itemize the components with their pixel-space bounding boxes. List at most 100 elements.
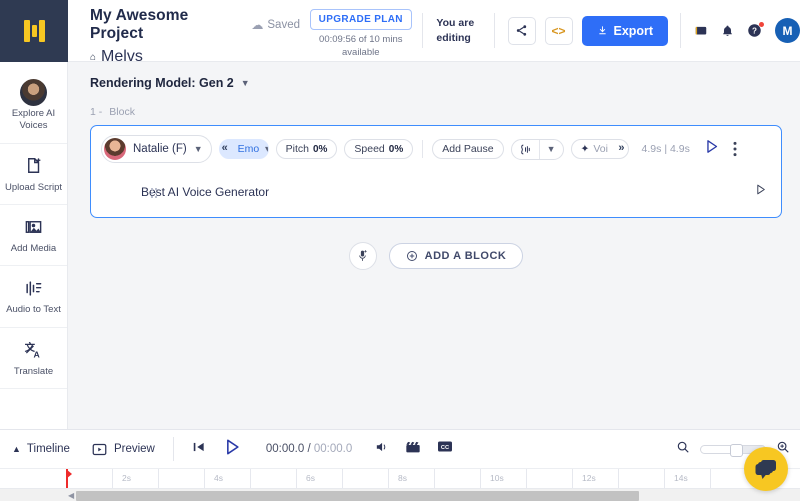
svg-text:?: ? xyxy=(752,26,757,35)
add-block-button[interactable]: ADD A BLOCK xyxy=(389,243,524,269)
timeline-toggle[interactable]: ▲ Timeline xyxy=(12,443,70,455)
captions-button[interactable]: CC xyxy=(437,440,453,458)
record-voice-button[interactable] xyxy=(349,242,377,270)
speed-label: Speed xyxy=(354,143,384,155)
zoom-out-button[interactable] xyxy=(676,440,690,459)
divider xyxy=(173,437,174,461)
scroll-left-arrow-icon[interactable]: ◀ xyxy=(68,491,74,500)
chevron-down-icon: ▼ xyxy=(547,144,556,154)
rendering-model-selector[interactable]: Rendering Model: Gen 2 ▼ xyxy=(90,76,782,90)
document-upload-icon xyxy=(3,153,64,179)
script-row[interactable]: Best AI Voice Generator xyxy=(101,177,771,209)
video-play-icon xyxy=(92,443,107,456)
avatar[interactable]: M xyxy=(775,18,800,43)
feedback-button[interactable] xyxy=(694,24,708,38)
media-button[interactable] xyxy=(405,440,421,459)
script-play-button[interactable] xyxy=(754,183,767,201)
upgrade-section: UPGRADE PLAN 00:09:56 of 10 mins availab… xyxy=(300,0,422,61)
emotion-selector[interactable]: « Emo ▼ xyxy=(219,139,269,159)
pronunciation-button[interactable] xyxy=(512,140,539,159)
timeline-controls: ▲ Timeline Preview xyxy=(0,430,800,468)
preview-button[interactable]: Preview xyxy=(92,443,155,456)
playhead-marker-icon[interactable] xyxy=(66,469,72,479)
voice-selector[interactable]: Natalie (F) ▼ xyxy=(101,135,212,163)
script-text[interactable]: Best AI Voice Generator xyxy=(141,185,269,199)
pitch-value: 0% xyxy=(313,144,327,155)
person-photo-icon xyxy=(3,79,64,105)
notifications-button[interactable] xyxy=(721,24,734,38)
ruler-tick-label: 2s xyxy=(122,473,131,483)
timeline-scrollbar[interactable]: ◀ xyxy=(0,488,800,501)
pitch-control[interactable]: Pitch 0% xyxy=(276,139,338,159)
skip-to-start-button[interactable] xyxy=(192,440,206,458)
chevron-down-icon: ▼ xyxy=(241,78,250,88)
sidebar-item-audio-to-text[interactable]: Audio to Text xyxy=(0,266,67,327)
header-actions: <> Export xyxy=(495,0,669,61)
ruler-tick-label: 8s xyxy=(398,473,407,483)
embed-code-button[interactable]: <> xyxy=(545,17,573,45)
speed-control[interactable]: Speed 0% xyxy=(344,139,413,159)
sidebar-item-upload-script[interactable]: Upload Script xyxy=(0,144,67,205)
upgrade-plan-button[interactable]: UPGRADE PLAN xyxy=(310,9,412,30)
sparkle-icon: ✦ xyxy=(581,143,590,155)
time-display: 00:00.0 / 00:00.0 xyxy=(266,443,352,455)
chevron-up-icon: ▲ xyxy=(12,444,21,454)
add-pause-button[interactable]: Add Pause xyxy=(432,139,503,159)
chat-widget-button[interactable] xyxy=(744,447,788,491)
volume-button[interactable] xyxy=(374,440,389,459)
time-total: 00:00.0 xyxy=(314,443,352,455)
voice-effect-label: Voi xyxy=(593,143,608,155)
add-pause-label: Add Pause xyxy=(442,143,493,155)
export-button[interactable]: Export xyxy=(582,16,669,46)
voice-effect-selector[interactable]: ✦ Voi » xyxy=(571,139,629,159)
scrollbar-thumb[interactable] xyxy=(76,491,639,501)
app-logo[interactable] xyxy=(0,0,68,62)
zoom-slider-knob[interactable] xyxy=(730,444,743,457)
pronunciation-dropdown[interactable]: ▼ xyxy=(539,140,563,159)
save-status: ☁ Saved xyxy=(251,19,300,31)
ruler-tick-label: 10s xyxy=(490,473,504,483)
help-button[interactable]: ? xyxy=(747,23,762,38)
timeline-panel: ▲ Timeline Preview xyxy=(0,429,800,501)
sidebar-item-add-media[interactable]: Add Media xyxy=(0,205,67,266)
block-index: 1 - xyxy=(90,106,102,118)
sidebar-item-label: Add Media xyxy=(3,243,64,255)
body: Explore AI Voices Upload Script xyxy=(0,62,800,429)
translate-icon: 文 A xyxy=(3,337,64,363)
time-separator: / xyxy=(307,443,310,455)
header-utility-icons: ? M xyxy=(681,0,800,61)
svg-text:CC: CC xyxy=(441,445,449,451)
block-word: Block xyxy=(109,106,135,118)
cloud-icon: ☁ xyxy=(251,19,263,31)
chevron-double-right-icon: » xyxy=(618,142,624,154)
scrollbar-track[interactable] xyxy=(76,491,798,501)
share-icon xyxy=(515,24,528,37)
ruler-tick-label: 14s xyxy=(674,473,688,483)
microphone-plus-icon xyxy=(356,249,369,263)
block-play-button[interactable] xyxy=(703,138,720,160)
rendering-model-label: Rendering Model: Gen 2 xyxy=(90,76,234,90)
top-bar: My Awesome Project ☁ Saved ⌂ Melvs UPGRA… xyxy=(0,0,800,62)
block-duration: 4.9s | 4.9s xyxy=(642,143,690,155)
timeline-play-button[interactable] xyxy=(222,437,242,462)
duration-separator: | xyxy=(664,143,667,155)
sidebar-item-translate[interactable]: 文 A Translate xyxy=(0,328,67,389)
block-more-menu[interactable] xyxy=(733,141,737,157)
notification-dot xyxy=(759,22,764,27)
home-icon: ⌂ xyxy=(90,52,96,63)
timeline-ruler[interactable]: 2s 4s 6s 8s 10s 12s 14s 16s xyxy=(0,468,800,488)
kebab-menu-icon xyxy=(733,141,737,157)
code-brackets-icon: <> xyxy=(551,24,565,38)
chevron-down-icon: ▼ xyxy=(263,144,268,154)
flag-icon xyxy=(694,24,708,38)
sidebar-item-label: Audio to Text xyxy=(3,304,64,316)
logo-mark-icon xyxy=(24,20,45,42)
block-card: Natalie (F) ▼ « Emo ▼ Pitch 0% Speed xyxy=(90,125,782,218)
image-stack-icon xyxy=(3,214,64,240)
drag-dots-icon[interactable] xyxy=(151,188,157,198)
transport-controls: 00:00.0 / 00:00.0 xyxy=(192,437,453,462)
export-label: Export xyxy=(614,24,654,38)
sidebar-item-explore-ai-voices[interactable]: Explore AI Voices xyxy=(0,70,67,144)
share-button[interactable] xyxy=(508,17,536,45)
play-triangle-icon xyxy=(703,138,720,155)
